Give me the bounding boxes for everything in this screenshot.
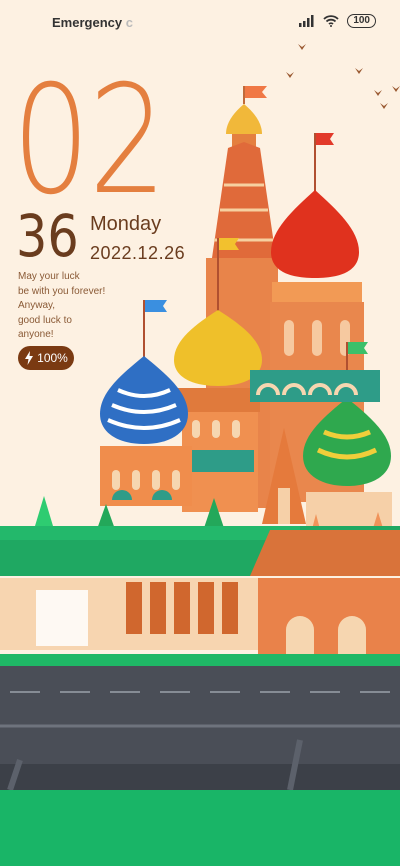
birds-icon bbox=[286, 44, 400, 109]
message-line: be with you forever! bbox=[18, 285, 106, 297]
battery-indicator: 100 bbox=[347, 14, 376, 28]
message-line: May your luck bbox=[18, 271, 80, 282]
wifi-icon bbox=[323, 15, 339, 27]
carrier-fade: c bbox=[125, 15, 133, 30]
road bbox=[0, 666, 400, 764]
status-bar: Emergency c 100 bbox=[0, 0, 400, 44]
lockscreen-message: May your luck be with you forever! Anywa… bbox=[18, 270, 128, 343]
message-line: good luck to bbox=[18, 314, 72, 326]
bottom-grass bbox=[0, 790, 400, 866]
message-line: anyone! bbox=[18, 329, 54, 340]
status-icons: 100 bbox=[299, 14, 376, 28]
carrier-text: Emergency bbox=[52, 15, 123, 30]
carrier-label: Emergency c bbox=[52, 15, 133, 30]
date-label: 2022.12.26 bbox=[90, 243, 186, 263]
signal-icon bbox=[299, 15, 314, 27]
clock-minutes: 36 bbox=[16, 202, 79, 270]
battery-percent: 100% bbox=[37, 351, 68, 365]
clock-hours: 02 bbox=[12, 54, 167, 228]
day-label: Monday bbox=[90, 213, 162, 235]
grass-strip bbox=[0, 654, 400, 666]
bolt-icon bbox=[25, 351, 34, 365]
battery-badge: 100% bbox=[18, 346, 74, 370]
message-line: Anyway, bbox=[18, 300, 56, 311]
